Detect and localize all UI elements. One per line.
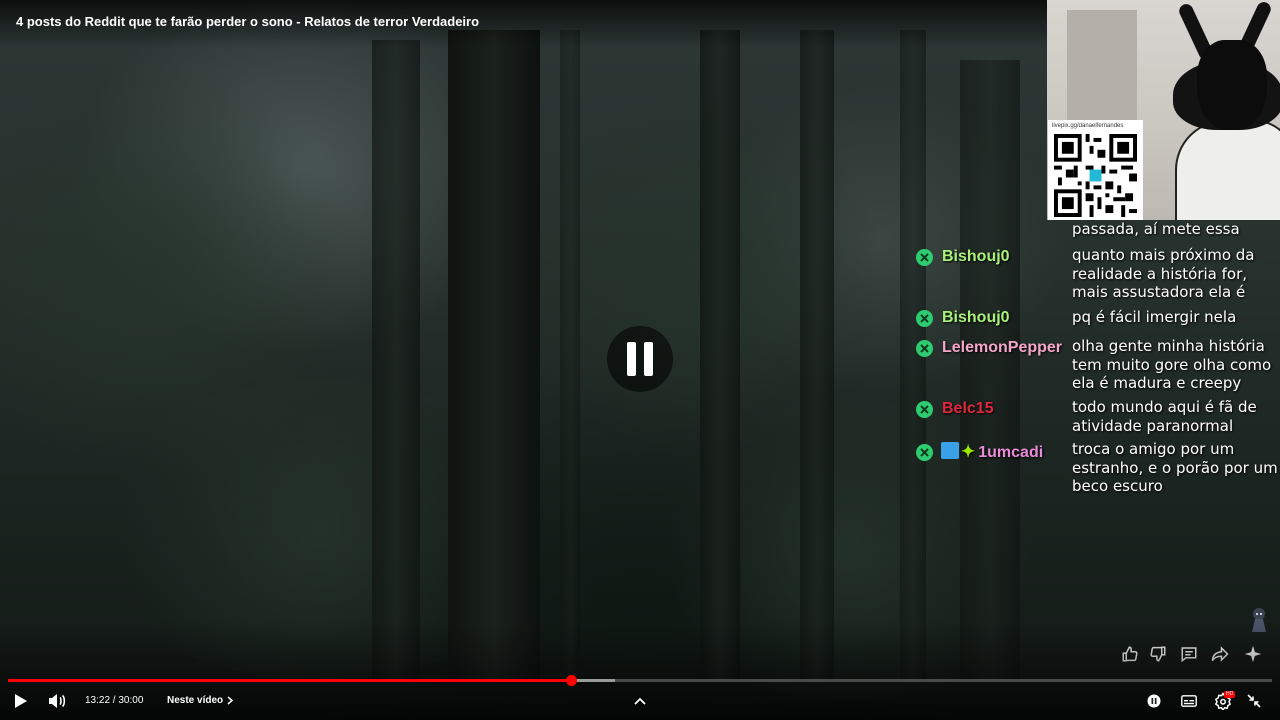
- subtitles-button[interactable]: [1179, 690, 1199, 712]
- exit-fullscreen-icon: [1247, 694, 1261, 708]
- center-play-pause-button[interactable]: [607, 326, 673, 392]
- play-icon: [15, 694, 27, 708]
- hammer-emote-icon: [941, 442, 959, 459]
- tree-trunk: [700, 30, 740, 680]
- autoplay-toggle[interactable]: [1145, 690, 1163, 712]
- moderator-badge-icon: [916, 249, 933, 266]
- moderator-badge-icon: [916, 310, 933, 327]
- sparkle-emote-icon: ✦: [961, 442, 976, 461]
- chat-message-partial: passada, aí mete essa: [1072, 220, 1240, 238]
- chevron-right-icon: [227, 696, 234, 705]
- cam-background: [1067, 10, 1137, 120]
- video-title[interactable]: 4 posts do Reddit que te farão perder o …: [16, 14, 479, 29]
- tree-trunk: [800, 30, 834, 680]
- progress-played: [8, 679, 572, 682]
- expand-suggestions-button[interactable]: [632, 690, 648, 712]
- qr-url: livepix.gg/danaelfernandes: [1052, 123, 1124, 129]
- settings-button[interactable]: HD: [1211, 690, 1236, 712]
- tree-trunk: [372, 40, 420, 680]
- hd-badge: HD: [1224, 691, 1236, 698]
- chat-message: quanto mais próximo da realidade a histó…: [1072, 246, 1255, 301]
- subtitles-icon: [1181, 695, 1197, 707]
- volume-icon: [49, 694, 66, 708]
- qr-code-icon: [1054, 134, 1137, 217]
- chevron-up-icon: [634, 697, 646, 705]
- cam-figure: [1175, 120, 1280, 220]
- progress-bar[interactable]: [8, 675, 1272, 686]
- chat-message: todo mundo aqui é fã de atividade parano…: [1072, 398, 1257, 435]
- moderator-badge-icon: [916, 340, 933, 357]
- autoplay-toggle-icon: [1147, 694, 1161, 708]
- chat-username[interactable]: Bishouj0: [942, 248, 1010, 266]
- chat-username[interactable]: Belc15: [942, 400, 994, 418]
- time-display: 13:22 / 30:00: [85, 695, 144, 706]
- chat-message: pq é fácil imergir nela: [1072, 308, 1237, 326]
- chat-username[interactable]: 1umcadi: [978, 444, 1043, 461]
- chat-username-wrap[interactable]: ✦ 1umcadi: [941, 442, 1043, 462]
- exit-fullscreen-button[interactable]: [1244, 690, 1264, 712]
- chat-message: troca o amigo por um estranho, e o porão…: [1072, 440, 1278, 495]
- donation-qr: livepix.gg/danaelfernandes: [1048, 120, 1143, 220]
- volume-button[interactable]: [45, 690, 69, 712]
- pause-icon: [627, 342, 653, 376]
- chapter-button[interactable]: Neste vídeo: [167, 695, 234, 706]
- chat-username[interactable]: LelemonPepper: [942, 339, 1062, 357]
- moderator-badge-icon: [916, 401, 933, 418]
- tree-trunk: [448, 30, 540, 680]
- play-button[interactable]: [10, 690, 32, 712]
- moderator-badge-icon: [916, 444, 933, 461]
- chat-message: olha gente minha história tem muito gore…: [1072, 337, 1272, 392]
- cam-figure-head: [1197, 40, 1267, 130]
- tree-trunk: [560, 30, 580, 680]
- chat-username[interactable]: Bishouj0: [942, 309, 1010, 327]
- chapter-label: Neste vídeo: [167, 695, 224, 706]
- tree-trunk: [960, 60, 1020, 680]
